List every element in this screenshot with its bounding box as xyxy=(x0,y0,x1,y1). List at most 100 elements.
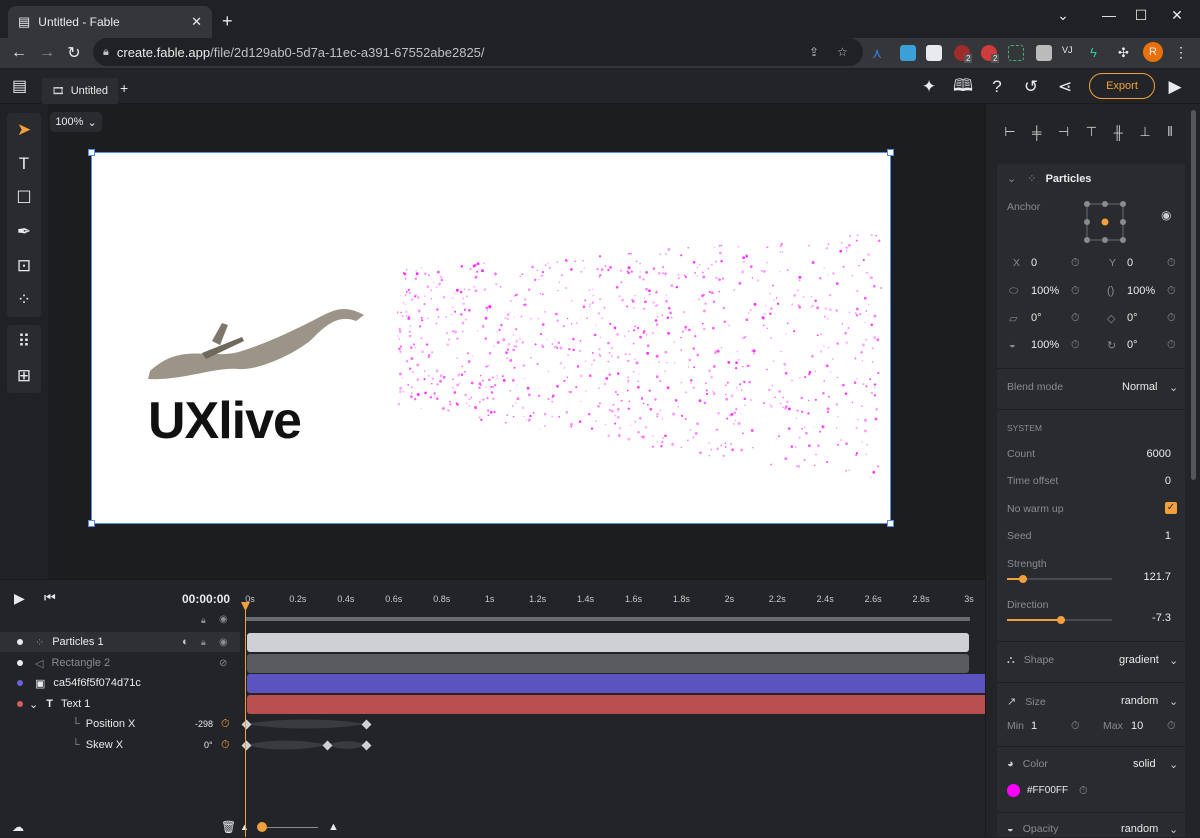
skew-input[interactable]: 0° xyxy=(1031,312,1042,324)
strength-input[interactable]: 121.7 xyxy=(1143,571,1171,583)
logo-text[interactable]: UXlive xyxy=(148,391,302,451)
panel-scrollbar[interactable] xyxy=(1191,110,1196,480)
new-tab-button[interactable]: + xyxy=(222,11,233,32)
sparkle-icon[interactable]: ✦ xyxy=(918,76,940,98)
close-window-button[interactable]: ✕ xyxy=(1154,0,1200,30)
timeline-zoom-slider[interactable] xyxy=(262,827,318,828)
x-input[interactable]: 0 xyxy=(1031,257,1037,269)
seed-input[interactable]: 1 xyxy=(1165,530,1171,542)
back-icon[interactable]: ← xyxy=(8,42,30,64)
eye-hidden-icon[interactable]: ⊘ xyxy=(219,658,227,669)
direction-slider-knob[interactable] xyxy=(1057,616,1065,624)
tab-search-icon[interactable]: ⌄ xyxy=(1040,0,1086,30)
grid-tool-icon[interactable]: ⠿ xyxy=(7,325,41,359)
track-bar-image[interactable] xyxy=(247,674,985,693)
distribute-icon[interactable]: ⫴ xyxy=(1167,124,1172,140)
time-ruler[interactable]: 0s 0.2s 0.4s 0.6s 0.8s 1s 1.2s 1.4s 1.6s 1.8s 2s 2.… xyxy=(244,594,974,610)
rotation-input[interactable]: 0° xyxy=(1127,339,1138,351)
play-icon[interactable]: ▶ xyxy=(14,590,25,607)
count-input[interactable]: 6000 xyxy=(1147,448,1171,460)
stopwatch-icon[interactable]: ⏱︎ xyxy=(1167,312,1176,325)
strength-slider-knob[interactable] xyxy=(1019,575,1027,583)
resize-handle[interactable] xyxy=(887,149,894,156)
chevron-down-icon[interactable]: ⌄ xyxy=(1169,654,1178,667)
stopwatch-icon[interactable]: ⏱︎ xyxy=(1071,312,1080,325)
chevron-down-icon[interactable]: ⌄ xyxy=(1007,173,1016,185)
mask-icon[interactable]: ◐ xyxy=(182,636,189,648)
layer-row-text[interactable]: ⌄ T Text 1 xyxy=(0,694,240,714)
close-tab-icon[interactable]: ✕ xyxy=(191,14,202,30)
track-bar-rectangle[interactable] xyxy=(247,654,969,673)
history-icon[interactable]: ↺ xyxy=(1020,76,1042,98)
blend-select[interactable]: Normal xyxy=(1122,381,1157,393)
resize-handle[interactable] xyxy=(88,149,95,156)
property-value[interactable]: -298 xyxy=(195,719,213,729)
opacity-mode-select[interactable]: random xyxy=(1121,823,1158,835)
align-center-h-icon[interactable]: ╪ xyxy=(1032,125,1041,140)
components-tool-icon[interactable]: ⊞ xyxy=(7,359,41,393)
extension-image-icon[interactable] xyxy=(926,45,942,61)
opacity-input[interactable]: 100% xyxy=(1031,339,1059,351)
extension-picture-icon[interactable] xyxy=(900,45,916,61)
color-hex-input[interactable]: #FF00FF xyxy=(1027,785,1068,796)
resize-handle[interactable] xyxy=(887,520,894,527)
layer-row-particles[interactable]: ⁘ Particles 1 ◐ 🔒︎ ◉ xyxy=(0,632,240,652)
file-tab[interactable]: 🎞︎ Untitled xyxy=(42,78,118,104)
extension-arrow-icon[interactable]: ⋏ xyxy=(872,45,888,61)
layer-row-rectangle[interactable]: ◁ Rectangle 2 ⊘ xyxy=(0,653,240,673)
browser-menu-icon[interactable]: ⋮ xyxy=(1174,44,1188,61)
zoom-in-mountain-icon[interactable]: ▲ xyxy=(328,821,339,833)
particle-system[interactable] xyxy=(397,208,887,508)
scale-w-input[interactable]: 100% xyxy=(1031,285,1059,297)
property-row-position-x[interactable]: └ Position X -298 ⏱︎ xyxy=(0,714,240,734)
chevron-down-icon[interactable]: ⌄ xyxy=(1169,823,1178,836)
zoom-select[interactable]: 100% ⌄ xyxy=(50,112,102,132)
extensions-puzzle-icon[interactable]: ✣ xyxy=(1118,45,1134,61)
property-value[interactable]: 0° xyxy=(204,740,213,750)
time-offset-input[interactable]: 0 xyxy=(1165,475,1171,487)
focus-tool-icon[interactable]: ⊡ xyxy=(7,249,41,283)
playhead[interactable] xyxy=(245,606,246,837)
help-icon[interactable]: ? xyxy=(986,76,1008,98)
eye-all-icon[interactable]: ◉ xyxy=(219,614,228,625)
extension-grid-icon[interactable] xyxy=(1008,45,1024,61)
artboard[interactable]: UXlive xyxy=(91,152,891,524)
select-tool-icon[interactable]: ➤ xyxy=(7,113,41,147)
shape-tool-icon[interactable]: ☐ xyxy=(7,181,41,215)
fable-logo-icon[interactable]: ▤ xyxy=(12,76,27,96)
pen-tool-icon[interactable]: ✒ xyxy=(7,215,41,249)
export-button[interactable]: Export xyxy=(1089,73,1155,99)
color-mode-select[interactable]: solid xyxy=(1133,758,1156,770)
extension-vj-icon[interactable]: VJ xyxy=(1062,45,1078,61)
shape-select[interactable]: gradient xyxy=(1119,654,1159,666)
align-middle-icon[interactable]: ╫ xyxy=(1114,125,1123,140)
stopwatch-icon[interactable]: ⏱︎ xyxy=(1071,257,1080,270)
trash-icon[interactable]: 🗑︎ xyxy=(221,820,236,834)
min-input[interactable]: 1 xyxy=(1031,720,1037,732)
stopwatch-icon[interactable]: ⏱︎ xyxy=(1167,339,1176,352)
book-icon[interactable]: 🕮︎ xyxy=(952,76,974,98)
stopwatch-icon[interactable]: ⏱︎ xyxy=(221,739,230,752)
track-bar-particles[interactable] xyxy=(247,633,969,652)
direction-input[interactable]: -7.3 xyxy=(1152,612,1171,624)
stopwatch-icon[interactable]: ⏱︎ xyxy=(1167,257,1176,270)
lock-all-icon[interactable]: 🔒︎ xyxy=(201,615,206,626)
stopwatch-icon[interactable]: ⏱︎ xyxy=(221,718,230,731)
stopwatch-icon[interactable]: ⏱︎ xyxy=(1071,339,1080,352)
add-file-tab-button[interactable]: + xyxy=(120,80,128,96)
text-tool-icon[interactable]: T xyxy=(7,147,41,181)
layer-row-image[interactable]: ▣ ca54f6f5f074d71c xyxy=(0,673,240,693)
stopwatch-icon[interactable]: ⏱︎ xyxy=(1167,720,1176,733)
scale-h-input[interactable]: 100% xyxy=(1127,285,1155,297)
skew-y-input[interactable]: 0° xyxy=(1127,312,1138,324)
extension-bird-icon[interactable]: ϟ xyxy=(1090,45,1106,61)
chevron-down-icon[interactable]: ⌄ xyxy=(1169,758,1178,771)
y-input[interactable]: 0 xyxy=(1127,257,1133,269)
profile-avatar[interactable]: R xyxy=(1143,42,1163,62)
align-left-icon[interactable]: ⊢ xyxy=(1004,124,1015,140)
forward-icon[interactable]: → xyxy=(36,42,58,64)
visibility-eye-icon[interactable]: ◉ xyxy=(1161,208,1171,222)
eye-icon[interactable]: ◉ xyxy=(219,637,228,648)
property-row-skew-x[interactable]: └ Skew X 0° ⏱︎ xyxy=(0,735,240,755)
anchor-grid[interactable] xyxy=(1083,200,1127,244)
